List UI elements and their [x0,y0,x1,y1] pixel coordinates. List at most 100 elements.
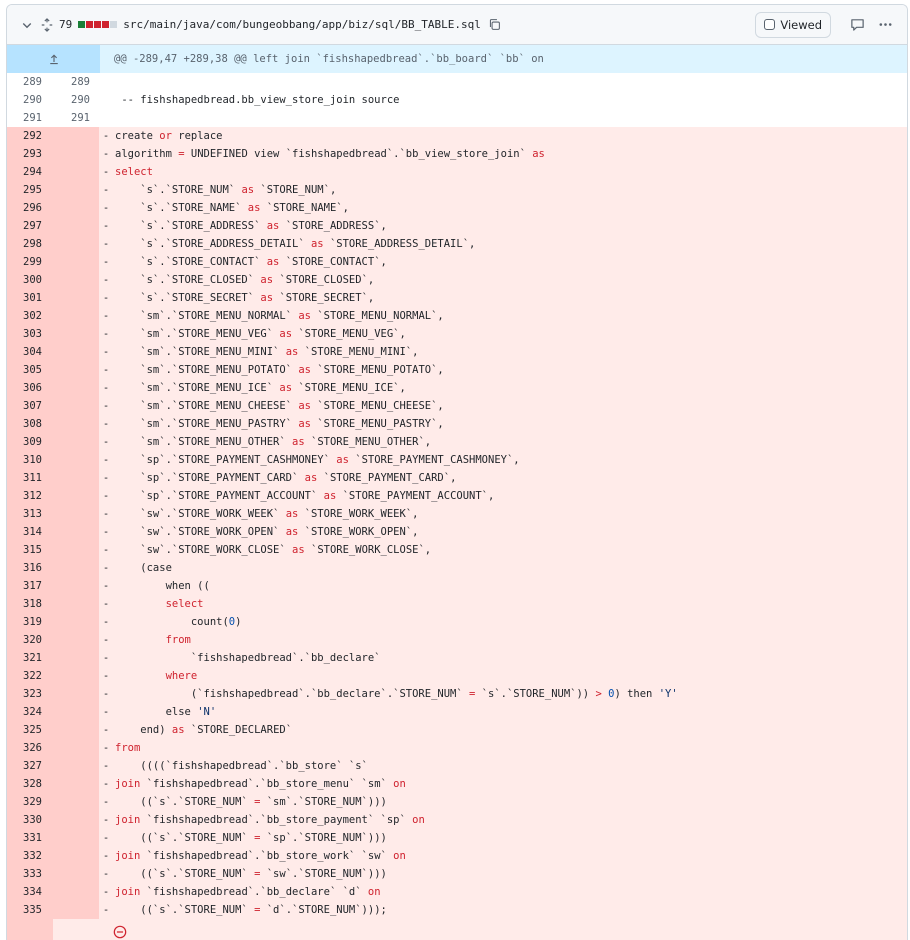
deleted-marker: - [102,706,110,718]
old-line-number[interactable]: 295 [7,181,53,199]
old-line-number[interactable]: 305 [7,361,53,379]
code-token: `sm`.`STORE_MENU_POTATO` [115,364,299,376]
old-line-number[interactable]: 328 [7,775,53,793]
old-line-number[interactable]: 331 [7,829,53,847]
line-content: `s`.`STORE_ADDRESS_DETAIL` as `STORE_ADD… [111,235,907,253]
kebab-menu-icon[interactable] [871,11,899,39]
old-line-number[interactable]: 306 [7,379,53,397]
old-line-number[interactable]: 308 [7,415,53,433]
deleted-marker: - [102,850,110,862]
old-line-number[interactable]: 307 [7,397,53,415]
new-line-number [53,793,99,811]
old-line-number[interactable]: 317 [7,577,53,595]
deleted-line: 323 - (`fishshapedbread`.`bb_declare`.`ST… [7,685,907,703]
line-content: `s`.`STORE_CLOSED` as `STORE_CLOSED`, [111,271,907,289]
new-line-number [53,649,99,667]
deleted-line: 320 - from [7,631,907,649]
old-line-number[interactable]: 332 [7,847,53,865]
old-line-number[interactable]: 310 [7,451,53,469]
deleted-line: 312 - `sp`.`STORE_PAYMENT_ACCOUNT` as `ST… [7,487,907,505]
code-token: select [115,166,153,178]
code-token: on [412,814,425,826]
old-line-number[interactable]: 325 [7,721,53,739]
old-line-number[interactable]: 301 [7,289,53,307]
old-line-number[interactable]: 320 [7,631,53,649]
old-line-number[interactable]: 302 [7,307,53,325]
old-line-number[interactable]: 303 [7,325,53,343]
deleted-line: 333 - ((`s`.`STORE_NUM` = `sw`.`STORE_NUM… [7,865,907,883]
old-line-number[interactable]: 311 [7,469,53,487]
old-line-number[interactable]: 294 [7,163,53,181]
deleted-line: 331 - ((`s`.`STORE_NUM` = `sp`.`STORE_NUM… [7,829,907,847]
deleted-marker: - [102,508,110,520]
deleted-line: 321 - `fishshapedbread`.`bb_declare` [7,649,907,667]
line-content: (`fishshapedbread`.`bb_declare`.`STORE_N… [111,685,907,703]
file-path[interactable]: src/main/java/com/bungeobbang/app/biz/sq… [123,18,481,31]
deleted-marker: - [102,130,110,142]
old-line-number[interactable]: 329 [7,793,53,811]
old-line-number[interactable]: 309 [7,433,53,451]
line-content: `sm`.`STORE_MENU_POTATO` as `STORE_MENU_… [111,361,907,379]
old-line-number[interactable]: 298 [7,235,53,253]
old-line-number[interactable]: 315 [7,541,53,559]
old-line-number[interactable]: 323 [7,685,53,703]
collapse-chevron-icon[interactable] [17,14,37,36]
old-line-number[interactable]: 300 [7,271,53,289]
code-token: `STORE_PAYMENT_CASHMONEY`, [348,454,520,466]
old-line-number[interactable]: 318 [7,595,53,613]
old-line-number[interactable]: 297 [7,217,53,235]
deleted-marker: - [102,778,110,790]
comment-icon[interactable] [843,11,871,39]
old-line-number[interactable]: 333 [7,865,53,883]
deleted-line: 307 - `sm`.`STORE_MENU_CHEESE` as `STORE_… [7,397,907,415]
old-line-number[interactable]: 296 [7,199,53,217]
old-line-number[interactable]: 324 [7,703,53,721]
old-line-number[interactable]: 291 [7,109,53,127]
old-line-number[interactable]: 313 [7,505,53,523]
new-line-number [53,307,99,325]
old-line-number[interactable]: 319 [7,613,53,631]
old-line-number[interactable]: 293 [7,145,53,163]
line-content: ((`s`.`STORE_NUM` = `sm`.`STORE_NUM`))) [111,793,907,811]
new-line-number [53,811,99,829]
code-token: `sp`.`STORE_PAYMENT_ACCOUNT` [115,490,324,502]
old-line-number[interactable]: 304 [7,343,53,361]
new-line-number [53,433,99,451]
old-line-number[interactable]: 299 [7,253,53,271]
old-line-number[interactable]: 314 [7,523,53,541]
viewed-checkbox[interactable] [764,19,776,30]
code-token: `sw`.`STORE_WORK_CLOSE` [115,544,293,556]
old-line-number[interactable]: 334 [7,883,53,901]
new-line-number [53,847,99,865]
old-line-number[interactable]: 292 [7,127,53,145]
deleted-line: 314 - `sw`.`STORE_WORK_OPEN` as `STORE_WO… [7,523,907,541]
new-line-number [53,667,99,685]
new-line-number[interactable]: 291 [53,109,99,127]
code-token: end) [115,724,172,736]
code-token: count( [115,616,229,628]
old-line-number[interactable]: 327 [7,757,53,775]
code-token: `STORE_MENU_CHEESE`, [310,400,444,412]
code-token: 'N' [197,706,217,718]
expand-all-icon[interactable] [37,14,57,36]
new-line-number[interactable]: 290 [53,91,99,109]
viewed-button[interactable]: Viewed [755,11,831,38]
old-line-number[interactable]: 312 [7,487,53,505]
old-line-number[interactable]: 316 [7,559,53,577]
new-line-number [53,379,99,397]
old-line-number[interactable]: 326 [7,739,53,757]
code-token: `s`.`STORE_CONTACT` [115,256,267,268]
old-line-number[interactable]: 289 [7,73,53,91]
line-content: `sp`.`STORE_PAYMENT_CARD` as `STORE_PAYM… [111,469,907,487]
old-line-number[interactable]: 321 [7,649,53,667]
old-line-number[interactable]: 322 [7,667,53,685]
old-line-number[interactable]: 335 [7,901,53,919]
old-line-number[interactable]: 290 [7,91,53,109]
copy-path-icon[interactable] [485,14,505,36]
old-line-number[interactable]: 330 [7,811,53,829]
line-content: ((`s`.`STORE_NUM` = `d`.`STORE_NUM`))); [111,901,907,919]
hunk-header-text: @@ -289,47 +289,38 @@ left join `fishsha… [114,53,544,65]
expand-up-icon[interactable] [7,45,100,73]
new-line-number[interactable]: 289 [53,73,99,91]
context-line: 290 290 -- fishshapedbread.bb_view_store_… [7,91,907,109]
